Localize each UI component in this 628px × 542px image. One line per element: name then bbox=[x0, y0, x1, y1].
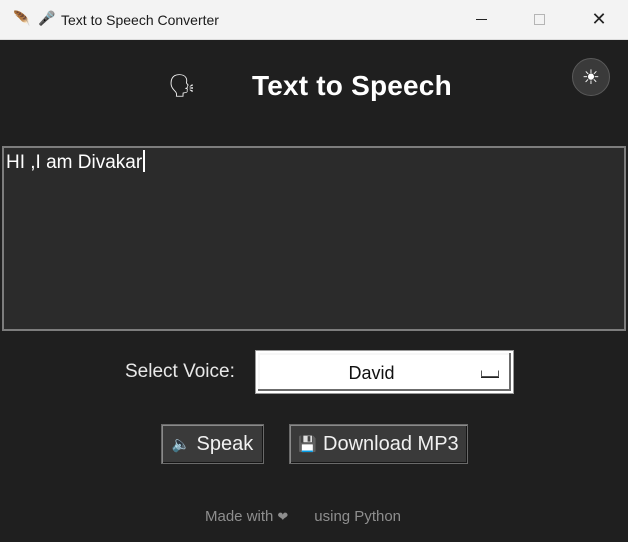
window-title: Text to Speech Converter bbox=[61, 12, 219, 28]
sun-icon: ☀ bbox=[582, 65, 600, 89]
voice-selected-value: David bbox=[348, 363, 395, 383]
minimize-icon bbox=[475, 19, 487, 20]
window-titlebar: 🪶 🎤 Text to Speech Converter ✕ bbox=[0, 0, 628, 40]
voice-label: Select Voice: bbox=[125, 361, 235, 382]
feather-icon: 🪶 bbox=[13, 11, 31, 27]
download-button-label: Download MP3 bbox=[323, 432, 459, 455]
heart-icon: ❤ bbox=[277, 510, 289, 525]
microphone-icon: 🎤 bbox=[38, 11, 56, 27]
floppy-disk-icon: 💾 bbox=[298, 435, 318, 453]
speaking-head-icon: 🗣 bbox=[168, 74, 196, 99]
footer: Made with ❤ using Python bbox=[205, 508, 401, 525]
speak-button-label: Speak bbox=[196, 432, 254, 455]
minimize-button[interactable] bbox=[452, 0, 510, 39]
text-input-value: HI ,I am Divakar bbox=[6, 152, 143, 173]
footer-suffix: using Python bbox=[314, 508, 402, 525]
speak-button[interactable]: 🔈 Speak bbox=[161, 424, 264, 464]
page-title: Text to Speech bbox=[252, 70, 452, 101]
theme-toggle-button[interactable]: ☀ bbox=[572, 58, 610, 96]
close-button[interactable]: ✕ bbox=[570, 0, 628, 39]
option-menu-indicator-icon bbox=[481, 370, 499, 377]
close-icon: ✕ bbox=[591, 9, 607, 30]
footer-prefix: Made with bbox=[205, 508, 274, 525]
download-mp3-button[interactable]: 💾 Download MP3 bbox=[289, 424, 468, 464]
voice-select[interactable]: David bbox=[255, 350, 514, 394]
maximize-button[interactable] bbox=[510, 0, 568, 39]
text-input-area[interactable]: HI ,I am Divakar bbox=[2, 146, 626, 331]
text-caret bbox=[143, 150, 146, 172]
speaker-icon: 🔈 bbox=[171, 435, 191, 453]
maximize-icon bbox=[533, 14, 545, 25]
